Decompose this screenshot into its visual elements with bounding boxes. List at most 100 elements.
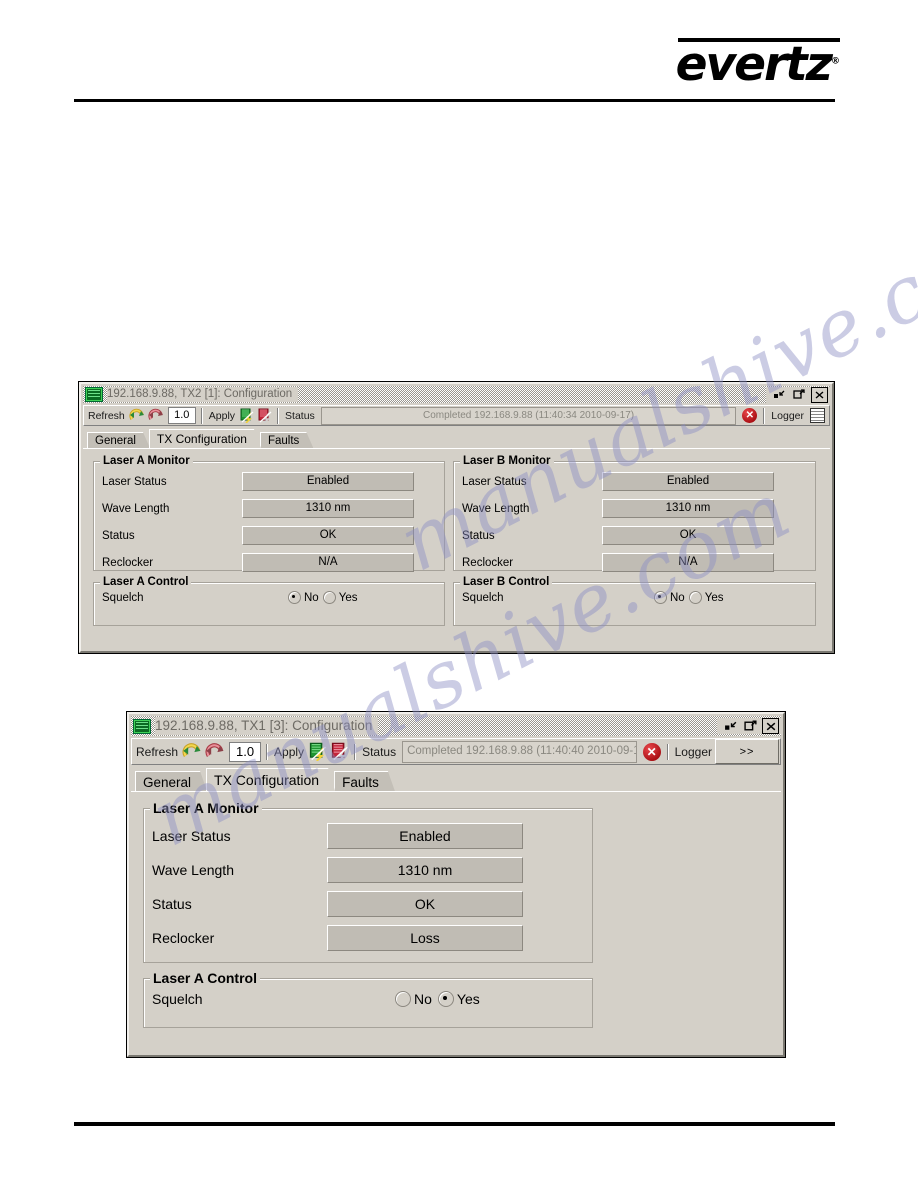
- tab-general[interactable]: General: [135, 771, 207, 791]
- tab-bar[interactable]: General TX Configuration Faults: [131, 768, 781, 791]
- configuration-window-tx1[interactable]: 192.168.9.88, TX1 [3]: Configuration Ref…: [126, 711, 786, 1058]
- maximize-icon[interactable]: [791, 386, 808, 403]
- radio-label: No: [304, 591, 319, 604]
- tab-bar[interactable]: General TX Configuration Faults: [83, 429, 830, 448]
- field-value-status: OK: [602, 526, 774, 545]
- toolbar-separator: [763, 407, 766, 424]
- tab-tx-configuration[interactable]: TX Configuration: [149, 429, 261, 448]
- apply-red-icon[interactable]: [257, 408, 273, 424]
- window-toolbar[interactable]: Refresh 1.0 Apply Status Completed 192.1…: [83, 405, 830, 426]
- apply-green-icon[interactable]: [308, 742, 328, 762]
- more-options-button[interactable]: >>: [715, 739, 779, 764]
- radio-label: No: [670, 591, 685, 604]
- group-title: Laser A Monitor: [150, 800, 262, 816]
- error-icon[interactable]: ✕: [742, 408, 758, 423]
- refresh-red-icon[interactable]: [148, 408, 165, 423]
- field-value-reclocker: N/A: [602, 553, 774, 572]
- squelch-option-no[interactable]: No: [395, 991, 432, 1007]
- window-toolbar[interactable]: Refresh 1.0 Apply Status Completed 192.1…: [131, 738, 781, 765]
- squelch-option-no[interactable]: No: [288, 591, 319, 604]
- tab-tx-configuration[interactable]: TX Configuration: [206, 768, 335, 791]
- error-icon[interactable]: ✕: [642, 742, 661, 761]
- field-label: Laser Status: [152, 828, 231, 844]
- field-row-laser-status: Laser Status Enabled: [152, 823, 584, 849]
- field-label: Wave Length: [152, 862, 234, 878]
- field-row-reclocker: Reclocker N/A: [462, 553, 807, 572]
- radio-button-icon[interactable]: [288, 591, 301, 604]
- field-value-reclocker: Loss: [327, 925, 523, 951]
- field-row-wave-length: Wave Length 1310 nm: [102, 499, 436, 518]
- group-title: Laser A Control: [150, 970, 260, 986]
- close-icon[interactable]: [811, 386, 828, 403]
- field-row-squelch: Squelch No Yes: [152, 991, 584, 1007]
- status-field: Completed 192.168.9.88 (11:40:40 2010-09…: [402, 740, 637, 763]
- squelch-radio-group[interactable]: No Yes: [288, 591, 357, 604]
- field-label: Laser Status: [462, 475, 527, 488]
- field-row-squelch: Squelch No Yes: [102, 591, 436, 604]
- apply-red-icon[interactable]: [330, 742, 350, 762]
- field-row-status: Status OK: [462, 526, 807, 545]
- radio-button-icon[interactable]: [654, 591, 667, 604]
- field-row-wave-length: Wave Length 1310 nm: [462, 499, 807, 518]
- field-label: Status: [462, 529, 495, 542]
- squelch-option-yes[interactable]: Yes: [437, 991, 480, 1007]
- group-title: Laser B Monitor: [460, 455, 554, 467]
- card-module-icon: [133, 718, 151, 734]
- radio-button-icon[interactable]: [688, 591, 702, 604]
- group-title: Laser A Control: [100, 576, 192, 588]
- configuration-window-tx2[interactable]: 192.168.9.88, TX2 [1]: Configuration Ref…: [78, 381, 835, 654]
- field-value-wave-length: 1310 nm: [327, 857, 523, 883]
- squelch-radio-group[interactable]: No Yes: [654, 591, 723, 604]
- window-controls[interactable]: [717, 718, 781, 734]
- toolbar-separator: [277, 407, 280, 424]
- refresh-yellow-icon[interactable]: [129, 408, 146, 423]
- status-field: Completed 192.168.9.88 (11:40:34 2010-09…: [320, 406, 737, 425]
- refresh-red-icon[interactable]: [205, 742, 226, 761]
- group-title: Laser B Control: [460, 576, 553, 588]
- logger-list-icon[interactable]: [810, 408, 825, 423]
- close-icon[interactable]: [762, 718, 779, 734]
- titlebar-hatch: [298, 386, 766, 403]
- window-controls[interactable]: [766, 386, 830, 403]
- footer-divider: [74, 1122, 835, 1126]
- window-title: 192.168.9.88, TX2 [1]: Configuration: [107, 387, 299, 402]
- squelch-option-yes[interactable]: Yes: [322, 591, 358, 604]
- squelch-option-yes[interactable]: Yes: [688, 591, 723, 604]
- field-row-reclocker: Reclocker Loss: [152, 925, 584, 951]
- evertz-logo: evertz®: [660, 38, 840, 88]
- window-titlebar[interactable]: 192.168.9.88, TX2 [1]: Configuration: [83, 386, 830, 403]
- toolbar-separator: [666, 743, 669, 760]
- tab-content-pane: Laser A Monitor Laser Status Enabled Wav…: [131, 791, 781, 1036]
- squelch-radio-group[interactable]: No Yes: [395, 991, 480, 1007]
- laser-a-monitor-group: Laser A Monitor Laser Status Enabled Wav…: [143, 800, 593, 963]
- tab-faults[interactable]: Faults: [334, 771, 395, 791]
- field-row-laser-status: Laser Status Enabled: [102, 472, 436, 491]
- version-field[interactable]: 1.0: [167, 407, 196, 424]
- tab-general[interactable]: General: [87, 432, 150, 448]
- radio-label: Yes: [338, 591, 358, 604]
- window-title: 192.168.9.88, TX1 [3]: Configuration: [155, 717, 379, 735]
- tab-faults[interactable]: Faults: [260, 432, 313, 448]
- squelch-option-no[interactable]: No: [654, 591, 685, 604]
- field-row-status: Status OK: [152, 891, 584, 917]
- radio-button-icon[interactable]: [395, 991, 411, 1007]
- refresh-label: Refresh: [88, 409, 125, 422]
- radio-button-icon[interactable]: [322, 591, 336, 604]
- refresh-yellow-icon[interactable]: [182, 742, 203, 761]
- field-label: Squelch: [152, 991, 203, 1007]
- tab-content-pane: Laser A Monitor Laser Status Enabled Wav…: [83, 448, 830, 642]
- refresh-label: Refresh: [136, 744, 179, 759]
- apply-green-icon[interactable]: [239, 408, 255, 424]
- version-field[interactable]: 1.0: [229, 741, 262, 762]
- field-label: Wave Length: [102, 502, 170, 515]
- maximize-icon[interactable]: [742, 718, 759, 734]
- field-value-reclocker: N/A: [242, 553, 414, 572]
- radio-button-icon[interactable]: [437, 991, 454, 1007]
- minimize-icon[interactable]: [722, 718, 739, 734]
- window-titlebar[interactable]: 192.168.9.88, TX1 [3]: Configuration: [131, 716, 781, 736]
- field-label: Squelch: [462, 591, 504, 604]
- logo-wordmark: evertz®: [675, 37, 840, 92]
- field-row-wave-length: Wave Length 1310 nm: [152, 857, 584, 883]
- radio-label: No: [414, 991, 432, 1007]
- minimize-icon[interactable]: [771, 386, 788, 403]
